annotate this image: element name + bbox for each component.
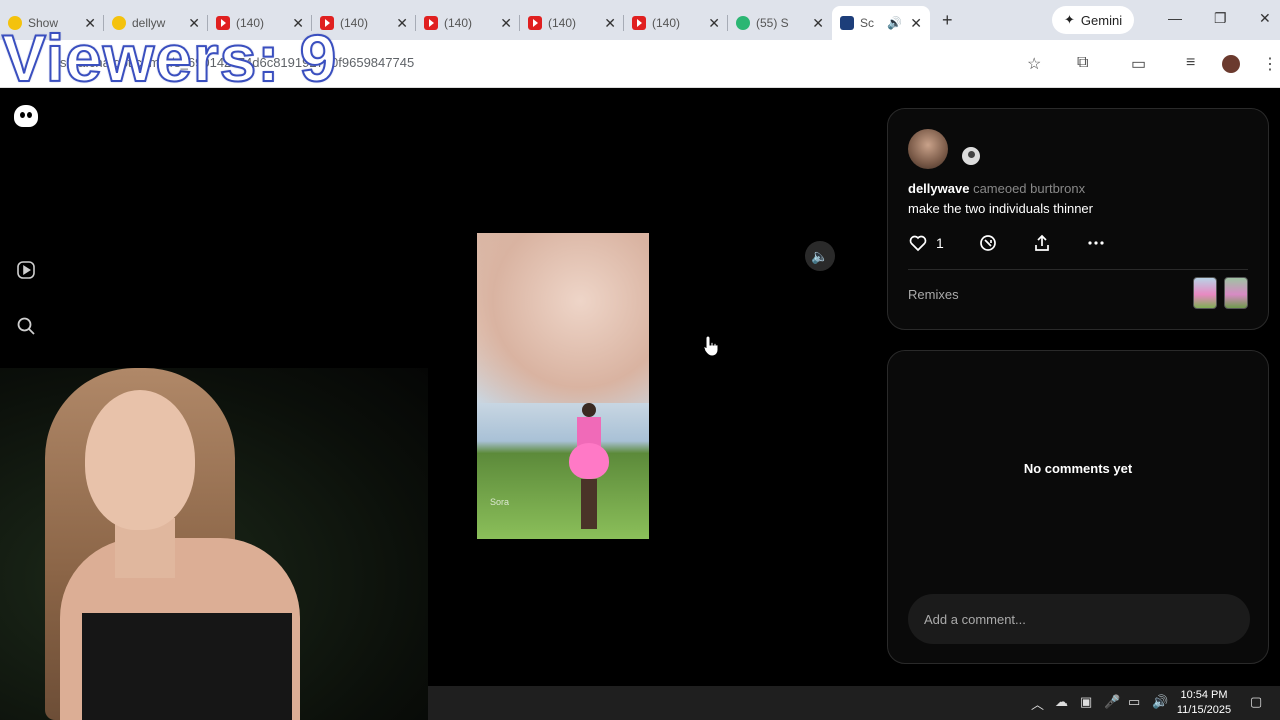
sora-icon — [840, 16, 854, 30]
profile-avatar[interactable] — [1222, 55, 1240, 73]
close-window-icon[interactable]: ✕ — [1259, 10, 1271, 27]
browser-tab[interactable]: (140) ✕ — [520, 6, 624, 40]
more-options-button[interactable] — [1086, 233, 1106, 253]
webcam-overlay — [0, 368, 428, 720]
tab-title: (140) — [652, 16, 681, 30]
speaker-icon: 🔈 — [811, 248, 829, 264]
close-tab-icon[interactable]: ✕ — [812, 15, 824, 32]
chevron-up-icon[interactable]: ︿ — [1031, 694, 1044, 713]
no-comments-text: No comments yet — [1023, 461, 1133, 476]
tab-title: (55) S — [756, 16, 789, 30]
close-tab-icon[interactable]: ✕ — [396, 15, 408, 32]
network-icon[interactable]: ▭ — [1128, 694, 1140, 710]
taskbar: ︿ ☁ ▣ 🎤 ▭ 🔊 ▢ — [428, 686, 1280, 720]
clock-date: 11/15/2025 — [1176, 704, 1232, 716]
youtube-icon — [632, 16, 646, 30]
remix-thumbnail[interactable] — [1224, 277, 1248, 309]
close-tab-icon[interactable]: ✕ — [910, 15, 922, 32]
share-icon — [1034, 234, 1049, 251]
credit-verb: cameoed — [973, 181, 1027, 196]
close-tab-icon[interactable]: ✕ — [500, 15, 512, 32]
comment-input[interactable] — [908, 594, 1250, 644]
browser-tab-active[interactable]: Sc 🔊 ✕ — [832, 6, 930, 40]
sora-logo-icon[interactable] — [14, 105, 38, 127]
clock-time: 10:54 PM — [1180, 689, 1228, 701]
taskbar-clock[interactable]: 10:54 PM 11/15/2025 — [1168, 688, 1240, 718]
browser-tab[interactable]: (140) ✕ — [624, 6, 728, 40]
browser-tab[interactable]: (140) ✕ — [416, 6, 520, 40]
star-icon[interactable]: ☆ — [1027, 54, 1041, 74]
menu-icon[interactable]: ⋮ — [1262, 54, 1278, 74]
close-tab-icon[interactable]: ✕ — [604, 15, 616, 32]
youtube-icon — [424, 16, 438, 30]
extensions-icon[interactable]: ⧉ — [1077, 54, 1088, 72]
cloud-icon[interactable]: ☁ — [1055, 694, 1068, 710]
play-icon[interactable] — [16, 260, 36, 280]
minimize-icon[interactable]: — — [1168, 10, 1182, 26]
video-player[interactable]: Sora — [477, 233, 649, 539]
more-icon — [1088, 241, 1104, 245]
remixes-label: Remixes — [908, 287, 959, 302]
divider — [908, 269, 1248, 270]
like-count: 1 — [936, 235, 944, 251]
tab-title: (140) — [444, 16, 473, 30]
search-icon[interactable] — [16, 316, 36, 336]
sound-toggle-button[interactable]: 🔈 — [805, 241, 835, 271]
remix-thumbnail[interactable] — [1193, 277, 1217, 309]
gemini-button[interactable]: ✦ Gemini — [1052, 6, 1135, 34]
gemini-label: Gemini — [1080, 12, 1123, 28]
meet-now-icon[interactable]: ▣ — [1080, 694, 1092, 710]
cameo-username[interactable]: burtbronx — [1030, 181, 1085, 196]
remix-icon — [979, 235, 996, 251]
share-button[interactable] — [1032, 233, 1052, 253]
post-actions: 1 — [908, 233, 1128, 253]
sparkle-icon: ✦ — [1064, 12, 1075, 27]
speaker-icon[interactable]: 🔊 — [887, 16, 902, 30]
post-prompt: make the two individuals thinner — [908, 201, 1093, 216]
new-tab-icon[interactable]: + — [942, 10, 953, 31]
hand-cursor-icon — [703, 335, 719, 357]
tab-title: (140) — [340, 16, 369, 30]
post-info-card: dellywave cameoed burtbronx make the two… — [887, 108, 1269, 330]
tab-title: Sc — [860, 16, 875, 30]
close-tab-icon[interactable]: ✕ — [708, 15, 720, 32]
microphone-icon[interactable]: 🎤 — [1104, 694, 1120, 710]
youtube-icon — [528, 16, 542, 30]
comments-panel: No comments yet — [887, 350, 1269, 664]
like-button[interactable]: 1 — [908, 233, 944, 253]
sora-watermark: Sora — [490, 497, 510, 507]
author-name[interactable]: dellywave — [908, 181, 969, 196]
volume-icon[interactable]: 🔊 — [1152, 694, 1168, 710]
video-foreground — [477, 233, 649, 403]
media-control-icon[interactable]: ≡ — [1186, 54, 1195, 72]
post-credit: dellywave cameoed burtbronx — [908, 181, 1085, 196]
browser-tab[interactable]: (55) S ✕ — [728, 6, 832, 40]
app-icon — [736, 16, 750, 30]
video-subject — [569, 403, 609, 533]
heart-icon — [909, 235, 927, 252]
notification-icon[interactable]: ▢ — [1250, 694, 1262, 710]
remix-button[interactable] — [978, 233, 998, 253]
tab-search-icon[interactable]: ▭ — [1131, 54, 1146, 74]
cameo-avatar[interactable] — [960, 145, 982, 167]
restore-icon[interactable]: ❐ — [1214, 10, 1227, 27]
tab-title: (140) — [548, 16, 577, 30]
author-avatar[interactable] — [908, 129, 948, 169]
viewer-count-overlay: Viewers: 9 — [1, 20, 338, 96]
